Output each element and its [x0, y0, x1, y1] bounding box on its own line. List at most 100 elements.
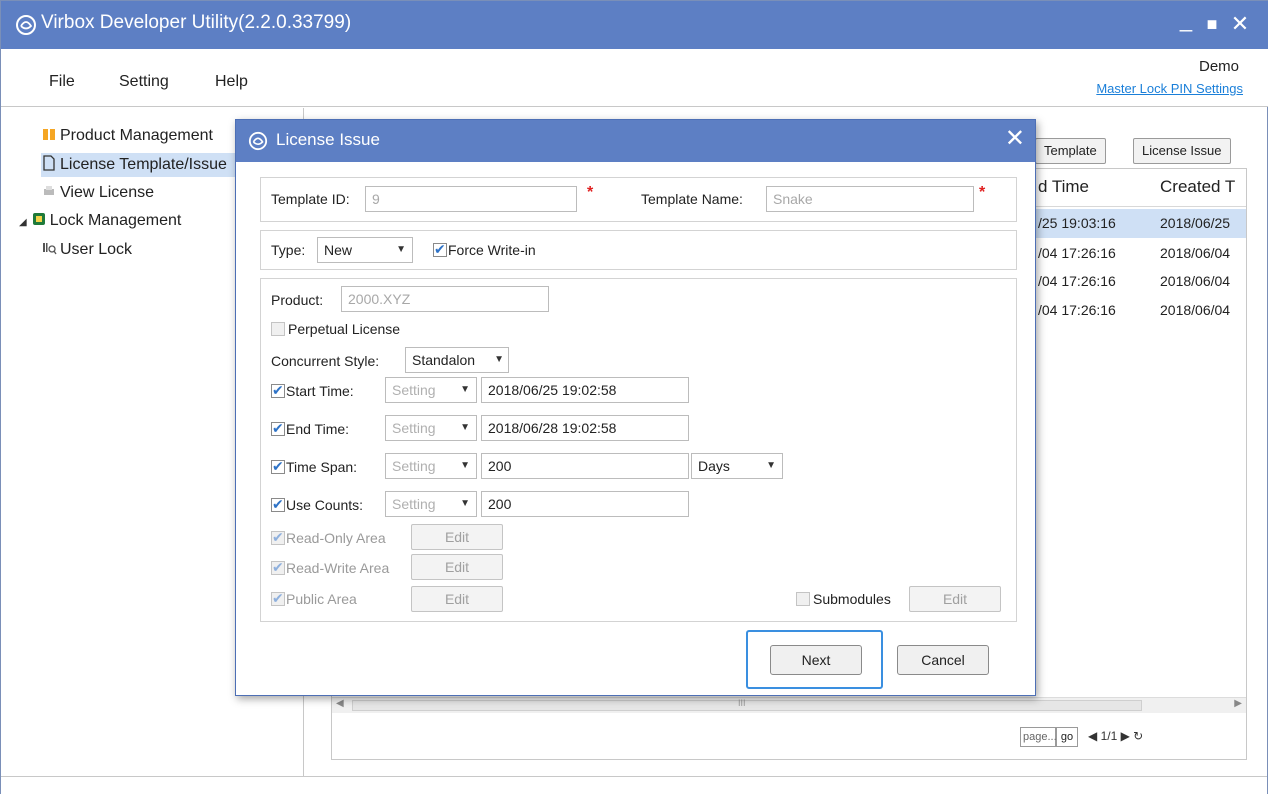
- start-time-mode-value: Setting: [392, 382, 436, 398]
- type-group: Type: New ▼ Force Write-in: [260, 230, 1017, 270]
- license-issue-button[interactable]: License Issue: [1133, 138, 1231, 164]
- template-name-field[interactable]: Snake: [766, 186, 974, 212]
- use-counts-checkbox[interactable]: [271, 496, 285, 513]
- use-counts-field[interactable]: 200: [481, 491, 689, 517]
- end-time-field[interactable]: 2018/06/28 19:02:58: [481, 415, 689, 441]
- template-id-field[interactable]: 9: [365, 186, 577, 212]
- dialog-title-bar: License Issue ✕: [236, 120, 1035, 162]
- dialog-close-button[interactable]: ✕: [1005, 124, 1025, 153]
- end-time-checkbox[interactable]: [271, 420, 285, 437]
- horizontal-scrollbar[interactable]: ◀ III ▶: [332, 697, 1246, 713]
- dialog-title: License Issue: [276, 130, 380, 149]
- collapse-triangle-icon[interactable]: ◢: [19, 217, 27, 228]
- use-counts-mode-select[interactable]: Setting ▼: [385, 491, 477, 517]
- type-select[interactable]: New ▼: [317, 237, 413, 263]
- user-lock-search-icon: [43, 243, 57, 255]
- time-span-unit-select[interactable]: Days ▼: [691, 453, 783, 479]
- app-window: Virbox Developer Utility(2.2.0.33799) _ …: [0, 0, 1268, 794]
- scroll-left-icon[interactable]: ◀: [336, 698, 344, 709]
- chevron-down-icon: ▼: [460, 384, 470, 395]
- read-write-edit-button[interactable]: Edit: [411, 554, 503, 580]
- column-header-created[interactable]: Created T: [1160, 177, 1235, 197]
- next-button[interactable]: Next: [770, 645, 862, 675]
- page-info[interactable]: ◀ 1/1 ▶ ↻: [1088, 729, 1143, 743]
- maximize-button[interactable]: ■: [1199, 11, 1225, 37]
- start-time-label: Start Time:: [286, 383, 354, 399]
- scroll-grip: III: [738, 698, 746, 708]
- virbox-logo-icon: [16, 15, 36, 35]
- perpetual-license-label: Perpetual License: [288, 321, 401, 337]
- menu-bar: File Setting Help Demo Master Lock PIN S…: [1, 49, 1268, 107]
- document-icon: [43, 155, 55, 171]
- chevron-down-icon: ▼: [460, 498, 470, 509]
- template-button[interactable]: Template: [1035, 138, 1106, 164]
- chevron-down-icon: ▼: [494, 354, 504, 365]
- chevron-down-icon: ▼: [460, 460, 470, 471]
- table-cell: 2018/06/04: [1160, 245, 1231, 261]
- end-time-mode-select[interactable]: Setting ▼: [385, 415, 477, 441]
- concurrent-style-label: Concurrent Style:: [271, 353, 380, 369]
- force-write-checkbox[interactable]: [433, 241, 447, 258]
- table-cell: 2018/06/04: [1160, 302, 1231, 318]
- product-box-icon: [43, 129, 55, 140]
- read-write-area-label: Read-Write Area: [286, 560, 390, 576]
- time-span-mode-select[interactable]: Setting ▼: [385, 453, 477, 479]
- time-span-field[interactable]: 200: [481, 453, 689, 479]
- sidebar-item-label: Lock Management: [49, 212, 182, 229]
- scroll-right-icon[interactable]: ▶: [1234, 698, 1242, 709]
- read-only-edit-button[interactable]: Edit: [411, 524, 503, 550]
- page-go-button[interactable]: go: [1056, 727, 1078, 747]
- menu-help[interactable]: Help: [215, 73, 248, 91]
- table-cell: 2018/06/04: [1160, 273, 1231, 289]
- chevron-down-icon: ▼: [396, 244, 406, 255]
- concurrent-style-select[interactable]: Standalon ▼: [405, 347, 509, 373]
- type-label: Type:: [271, 242, 306, 258]
- table-cell: /04 17:26:16: [1038, 273, 1116, 289]
- title-bar: Virbox Developer Utility(2.2.0.33799) _ …: [1, 1, 1268, 49]
- concurrent-style-value: Standalon: [412, 352, 476, 368]
- type-select-value: New: [324, 242, 353, 258]
- read-write-area-checkbox[interactable]: [271, 559, 285, 576]
- table-cell: /25 19:03:16: [1038, 215, 1116, 231]
- cancel-button[interactable]: Cancel: [897, 645, 989, 675]
- user-name: Demo: [1198, 58, 1239, 75]
- table-cell: /04 17:26:16: [1038, 302, 1116, 318]
- sidebar-item-label: Product Management: [60, 127, 213, 144]
- status-bar: [1, 776, 1267, 794]
- read-only-area-checkbox[interactable]: [271, 529, 285, 546]
- submodules-edit-button[interactable]: Edit: [909, 586, 1001, 612]
- chevron-down-icon: ▼: [766, 460, 776, 471]
- product-field[interactable]: 2000.XYZ: [341, 286, 549, 312]
- time-span-unit-value: Days: [698, 458, 730, 474]
- start-time-mode-select[interactable]: Setting ▼: [385, 377, 477, 403]
- master-lock-pin-link[interactable]: Master Lock PIN Settings: [1096, 81, 1243, 96]
- license-issue-dialog: License Issue ✕ Template ID: 9 * Templat…: [235, 119, 1036, 696]
- end-time-label: End Time:: [286, 421, 350, 437]
- minimize-button[interactable]: _: [1173, 7, 1199, 33]
- submodules-checkbox[interactable]: [796, 592, 810, 606]
- public-area-checkbox[interactable]: [271, 590, 285, 607]
- start-time-field[interactable]: 2018/06/25 19:02:58: [481, 377, 689, 403]
- lock-chip-icon: [32, 213, 45, 225]
- perpetual-license-checkbox[interactable]: [271, 322, 285, 336]
- end-time-mode-value: Setting: [392, 420, 436, 436]
- start-time-checkbox[interactable]: [271, 382, 285, 399]
- sidebar-item-label: View License: [60, 184, 154, 201]
- force-write-label: Force Write-in: [448, 242, 536, 258]
- page-input[interactable]: page...: [1020, 727, 1057, 747]
- use-counts-mode-value: Setting: [392, 496, 436, 512]
- scroll-thumb[interactable]: III: [352, 698, 1142, 711]
- required-mark: *: [979, 184, 986, 201]
- column-header-time[interactable]: d Time: [1038, 177, 1089, 197]
- pager: page... go ◀ 1/1 ▶ ↻: [332, 715, 1246, 759]
- public-area-label: Public Area: [286, 591, 357, 607]
- chevron-down-icon: ▼: [460, 422, 470, 433]
- public-area-edit-button[interactable]: Edit: [411, 586, 503, 612]
- product-label: Product:: [271, 292, 324, 308]
- template-id-label: Template ID:: [271, 191, 350, 207]
- table-cell: 2018/06/25: [1160, 215, 1231, 231]
- time-span-checkbox[interactable]: [271, 458, 285, 475]
- menu-file[interactable]: File: [49, 73, 75, 91]
- close-button[interactable]: ✕: [1227, 11, 1253, 37]
- menu-setting[interactable]: Setting: [119, 73, 169, 91]
